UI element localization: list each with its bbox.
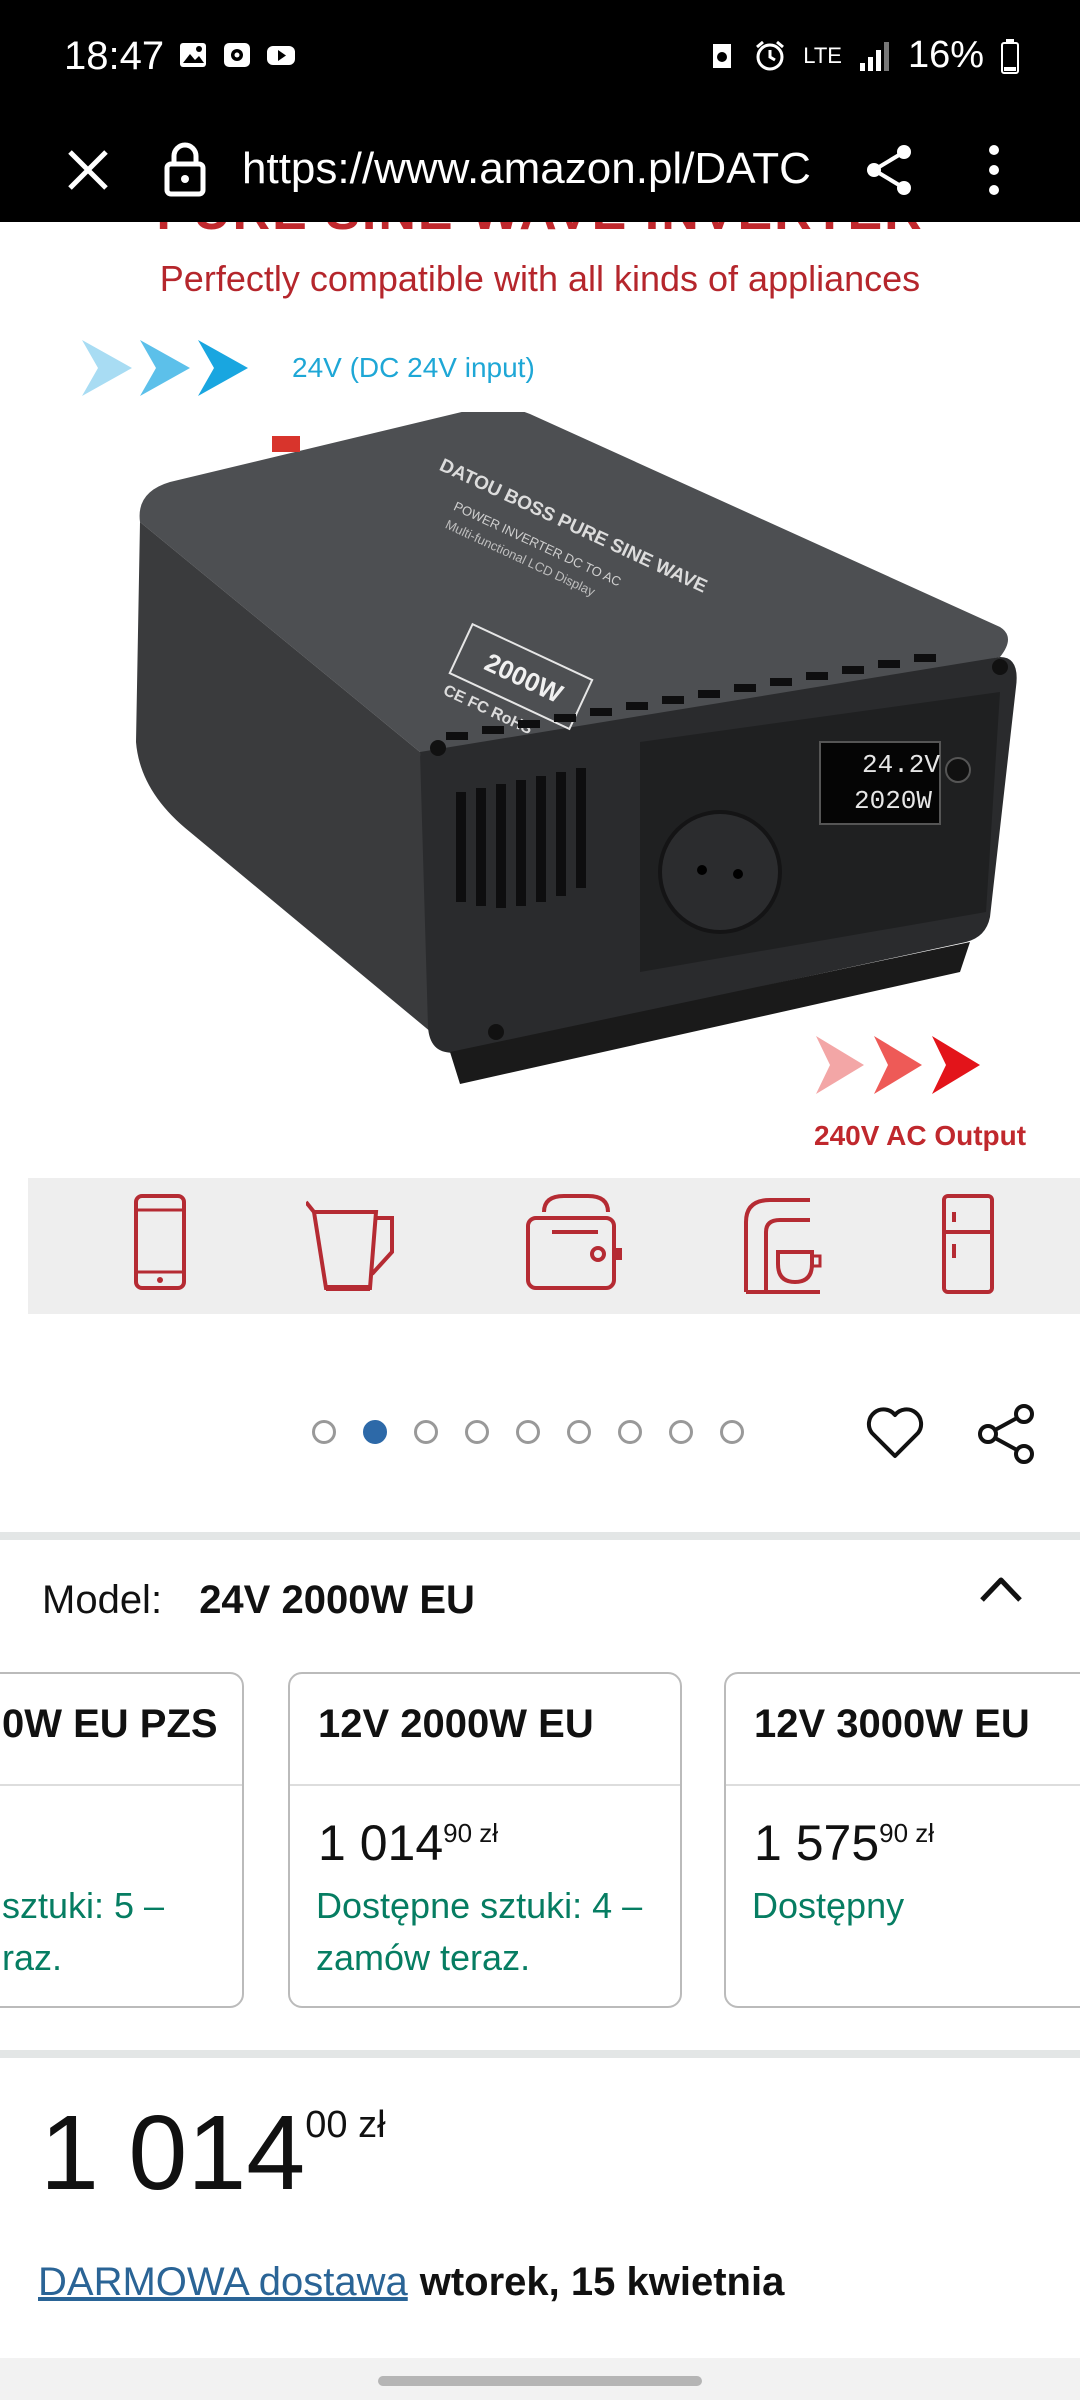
kettle-icon: [306, 1200, 394, 1291]
model-option-card[interactable]: 12V 3000W EU 1 57590 zł Dostępny: [724, 1672, 1080, 2008]
close-icon[interactable]: [60, 142, 116, 198]
lcd-power: 2020W: [854, 786, 932, 816]
option-title: 0W EU PZS: [2, 1702, 218, 1746]
fridge-icon: [942, 1194, 994, 1294]
card-separator: [0, 1784, 242, 1786]
wishlist-heart-icon[interactable]: [866, 1406, 924, 1460]
lcd-voltage: 24.2V: [862, 750, 940, 780]
browser-url-bar: https://www.amazon.pl/DATC: [0, 118, 1080, 222]
phone-icon: [134, 1194, 186, 1290]
signal-icon: [859, 41, 889, 71]
model-value: 24V 2000W EU: [199, 1578, 475, 1622]
option-availability: Dostępny: [752, 1885, 905, 1926]
option-price: 1 57590 zł: [754, 1814, 934, 1872]
input-voltage-label: 24V (DC 24V input): [292, 352, 535, 383]
gesture-handle[interactable]: [378, 2376, 702, 2386]
system-status: LTE 16%: [707, 34, 1020, 77]
option-price-fraction: 90 zł: [443, 1818, 499, 1848]
section-divider: [0, 1532, 1080, 1540]
battery-icon: [1001, 38, 1019, 74]
pagination-dot[interactable]: [363, 1420, 387, 1444]
youtube-notification-icon: [267, 46, 295, 65]
model-option-card[interactable]: 12V 2000W EU 1 01490 zł Dostępne sztuki:…: [288, 1672, 682, 2008]
status-time: 18:47: [64, 34, 165, 78]
section-divider: [0, 2050, 1080, 2058]
url-text[interactable]: https://www.amazon.pl/DATC: [242, 144, 822, 194]
option-price: 1 01490 zł: [318, 1814, 498, 1872]
card-separator: [726, 1784, 1080, 1786]
pagination-dot[interactable]: [414, 1420, 438, 1444]
model-option-card[interactable]: 0W EU PZS sztuki: 5 – raz.: [0, 1672, 244, 2008]
inverter-device: DATOU BOSS PURE SINE WAVE POWER INVERTER…: [136, 412, 1017, 1084]
price-fraction: 00 zł: [305, 2104, 386, 2146]
model-label: Model:: [42, 1578, 163, 1622]
delivery-date: wtorek, 15 kwietnia: [419, 2260, 785, 2304]
option-price-fraction: 90 zł: [879, 1818, 935, 1848]
pagination-dot[interactable]: [567, 1420, 591, 1444]
product-share-icon[interactable]: [976, 1402, 1038, 1466]
option-availability: sztuki: 5 – raz.: [2, 1885, 165, 1978]
pagination-dot[interactable]: [516, 1420, 540, 1444]
data-saver-icon: [713, 43, 732, 68]
free-delivery-link[interactable]: DARMOWA dostawa: [38, 2260, 408, 2304]
pagination-dot[interactable]: [465, 1420, 489, 1444]
model-selector-header[interactable]: Model: 24V 2000W EU: [42, 1578, 475, 1623]
output-voltage-label: 240V AC Output: [814, 1120, 1027, 1151]
option-title: 12V 2000W EU: [318, 1702, 594, 1746]
battery-level: 16%: [907, 34, 984, 76]
lock-icon[interactable]: [160, 138, 210, 200]
share-icon[interactable]: [860, 140, 920, 200]
option-title: 12V 3000W EU: [754, 1702, 1030, 1746]
network-type: LTE: [803, 42, 842, 68]
price-main: 1 014: [40, 2094, 306, 2212]
toaster-icon: [526, 1194, 622, 1290]
banner-title: PURE SINE WAVE INVERTER: [0, 222, 1080, 242]
appliance-icons-band: [28, 1178, 1080, 1314]
product-price: 1 01400 zł: [40, 2100, 386, 2206]
status-bar: 18:47 LTE 16%: [0, 0, 1080, 118]
coffee-maker-icon: [744, 1198, 822, 1294]
pagination-dot[interactable]: [618, 1420, 642, 1444]
notification-icons: [178, 40, 296, 70]
image-pagination: [312, 1420, 744, 1444]
output-arrows-icon: [816, 1036, 980, 1094]
more-menu-icon[interactable]: [974, 140, 1014, 200]
gallery-notification-icon: [180, 43, 206, 67]
pagination-dot[interactable]: [312, 1420, 336, 1444]
product-image[interactable]: PURE SINE WAVE INVERTER Perfectly compat…: [0, 222, 1080, 1332]
banner-subtitle: Perfectly compatible with all kinds of a…: [159, 258, 921, 299]
pagination-dot[interactable]: [720, 1420, 744, 1444]
pagination-dot[interactable]: [669, 1420, 693, 1444]
card-separator: [290, 1784, 680, 1786]
option-price-main: 1 575: [754, 1815, 880, 1871]
app-notification-icon: [224, 43, 250, 67]
delivery-info: DARMOWA dostawa wtorek, 15 kwietnia: [38, 2260, 784, 2305]
option-availability: Dostępne sztuki: 4 – zamów teraz.: [316, 1885, 643, 1978]
chevron-up-icon[interactable]: [976, 1568, 1026, 1606]
alarm-icon: [756, 40, 785, 70]
input-arrows-icon: [82, 340, 248, 396]
option-price-main: 1 014: [318, 1815, 444, 1871]
